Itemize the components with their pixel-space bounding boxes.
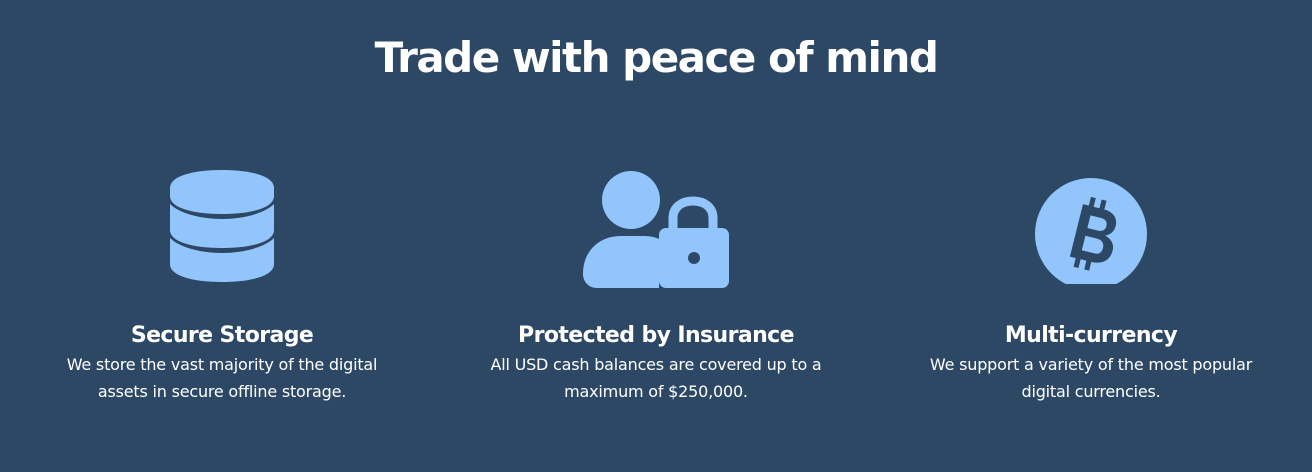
bitcoin-icon (1035, 178, 1147, 284)
feature-description: All USD cash balances are covered up to … (490, 355, 822, 401)
feature-title: Multi-currency (1004, 323, 1178, 348)
feature-icon-container (891, 170, 1291, 295)
section-title: Trade with peace of mind (374, 33, 939, 82)
feature-multi-currency: Multi-currency We support a variety of t… (891, 170, 1291, 405)
user-lock-icon (583, 171, 729, 288)
database-icon (170, 170, 274, 282)
features-section: Trade with peace of mind Secure Storage … (0, 0, 1312, 472)
feature-title: Secure Storage (130, 323, 314, 348)
feature-icon-container (22, 170, 422, 295)
feature-description: We store the vast majority of the digita… (66, 355, 378, 401)
feature-secure-storage: Secure Storage We store the vast majorit… (22, 170, 422, 405)
feature-description: We support a variety of the most popular… (929, 355, 1253, 401)
feature-title: Protected by Insurance (518, 323, 794, 348)
feature-protected-insurance: Protected by Insurance All USD cash bala… (456, 170, 856, 405)
feature-icon-container (456, 170, 856, 295)
